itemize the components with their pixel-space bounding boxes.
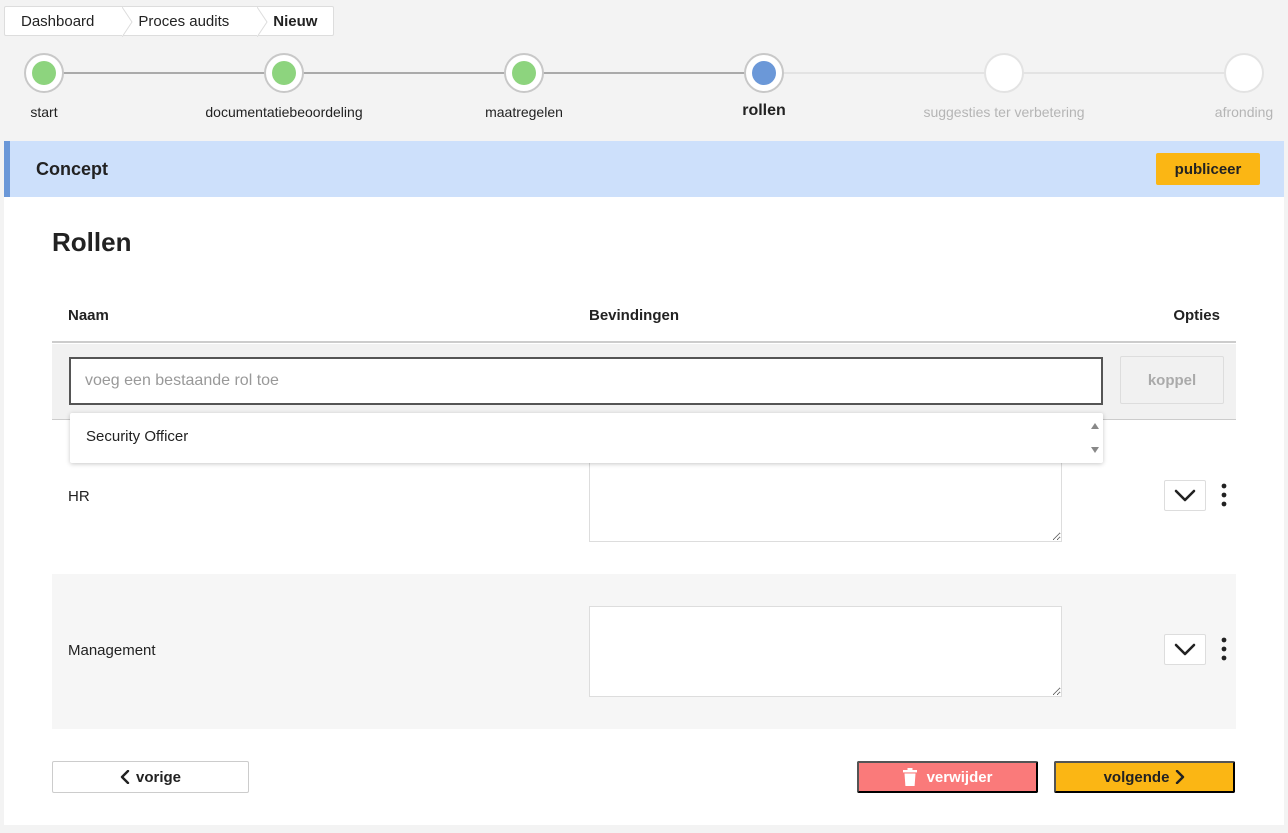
step-label: afronding	[1214, 104, 1274, 120]
previous-button[interactable]: vorige	[52, 761, 249, 793]
next-label: volgende	[1103, 768, 1170, 786]
dropdown-option[interactable]: Security Officer	[86, 428, 188, 445]
chevron-left-icon	[120, 770, 130, 784]
breadcrumb-label: Dashboard	[21, 12, 95, 30]
step-label: rollen	[742, 102, 786, 119]
add-role-input[interactable]	[69, 357, 1103, 405]
breadcrumb: Dashboard Proces audits Nieuw	[4, 6, 335, 37]
row-options-button[interactable]	[1214, 478, 1234, 512]
dropdown-scrollbar[interactable]	[1089, 419, 1101, 457]
stepper-line-done	[44, 72, 764, 74]
more-vertical-icon	[1221, 483, 1227, 507]
step-done-icon	[504, 53, 544, 93]
link-role-button[interactable]: koppel	[1120, 356, 1224, 404]
step-suggesties[interactable]: suggesties ter verbetering	[904, 50, 1104, 120]
role-name: Management	[68, 642, 156, 659]
progress-stepper: start documentatiebeoordeling maatregele…	[0, 50, 1288, 130]
column-header-findings: Bevindingen	[589, 307, 680, 324]
step-done-icon	[264, 53, 304, 93]
scroll-down-icon	[1091, 447, 1099, 453]
more-vertical-icon	[1221, 637, 1227, 661]
step-label: documentatiebeoordeling	[205, 104, 363, 120]
step-active-icon	[744, 53, 784, 93]
role-suggestion-dropdown: Security Officer	[70, 413, 1103, 463]
breadcrumb-item-dashboard[interactable]: Dashboard	[5, 7, 133, 37]
publish-button[interactable]: publiceer	[1156, 153, 1260, 185]
column-header-name: Naam	[68, 307, 109, 324]
step-label: maatregelen	[485, 104, 563, 120]
step-afronding[interactable]: afronding	[1144, 50, 1288, 120]
column-header-options: Opties	[1173, 307, 1220, 324]
next-button[interactable]: volgende	[1054, 761, 1235, 793]
step-todo-icon	[1224, 53, 1264, 93]
breadcrumb-label: Proces audits	[138, 12, 230, 30]
expand-row-button[interactable]	[1164, 480, 1206, 511]
table-row: Management	[52, 574, 1236, 729]
step-maatregelen[interactable]: maatregelen	[424, 50, 624, 120]
delete-label: verwijder	[926, 768, 993, 786]
chevron-down-icon	[1174, 643, 1196, 655]
status-banner: Concept publiceer	[4, 141, 1284, 197]
table-header: Naam Bevindingen Opties	[52, 297, 1236, 343]
main-card: Rollen Naam Bevindingen Opties koppel HR…	[4, 197, 1284, 825]
step-rollen[interactable]: rollen	[664, 50, 864, 120]
previous-label: vorige	[135, 768, 181, 786]
step-label: start	[30, 104, 58, 120]
step-done-icon	[24, 53, 64, 93]
role-name: HR	[68, 488, 90, 505]
findings-textarea[interactable]	[589, 606, 1062, 697]
step-label: suggesties ter verbetering	[923, 104, 1085, 120]
add-role-row: koppel	[52, 344, 1236, 420]
page-title: Rollen	[52, 227, 132, 257]
expand-row-button[interactable]	[1164, 634, 1206, 665]
scroll-up-icon	[1091, 423, 1099, 429]
row-options-button[interactable]	[1214, 632, 1234, 666]
step-start[interactable]: start	[0, 50, 144, 120]
delete-button[interactable]: verwijder	[857, 761, 1038, 793]
chevron-down-icon	[1174, 489, 1196, 501]
trash-icon	[902, 768, 917, 786]
status-title: Concept	[36, 158, 108, 179]
findings-textarea[interactable]	[589, 451, 1062, 542]
step-todo-icon	[984, 53, 1024, 93]
chevron-right-icon	[1176, 770, 1185, 784]
step-documentatiebeoordeling[interactable]: documentatiebeoordeling	[184, 50, 384, 120]
breadcrumb-label: Nieuw	[273, 12, 318, 30]
